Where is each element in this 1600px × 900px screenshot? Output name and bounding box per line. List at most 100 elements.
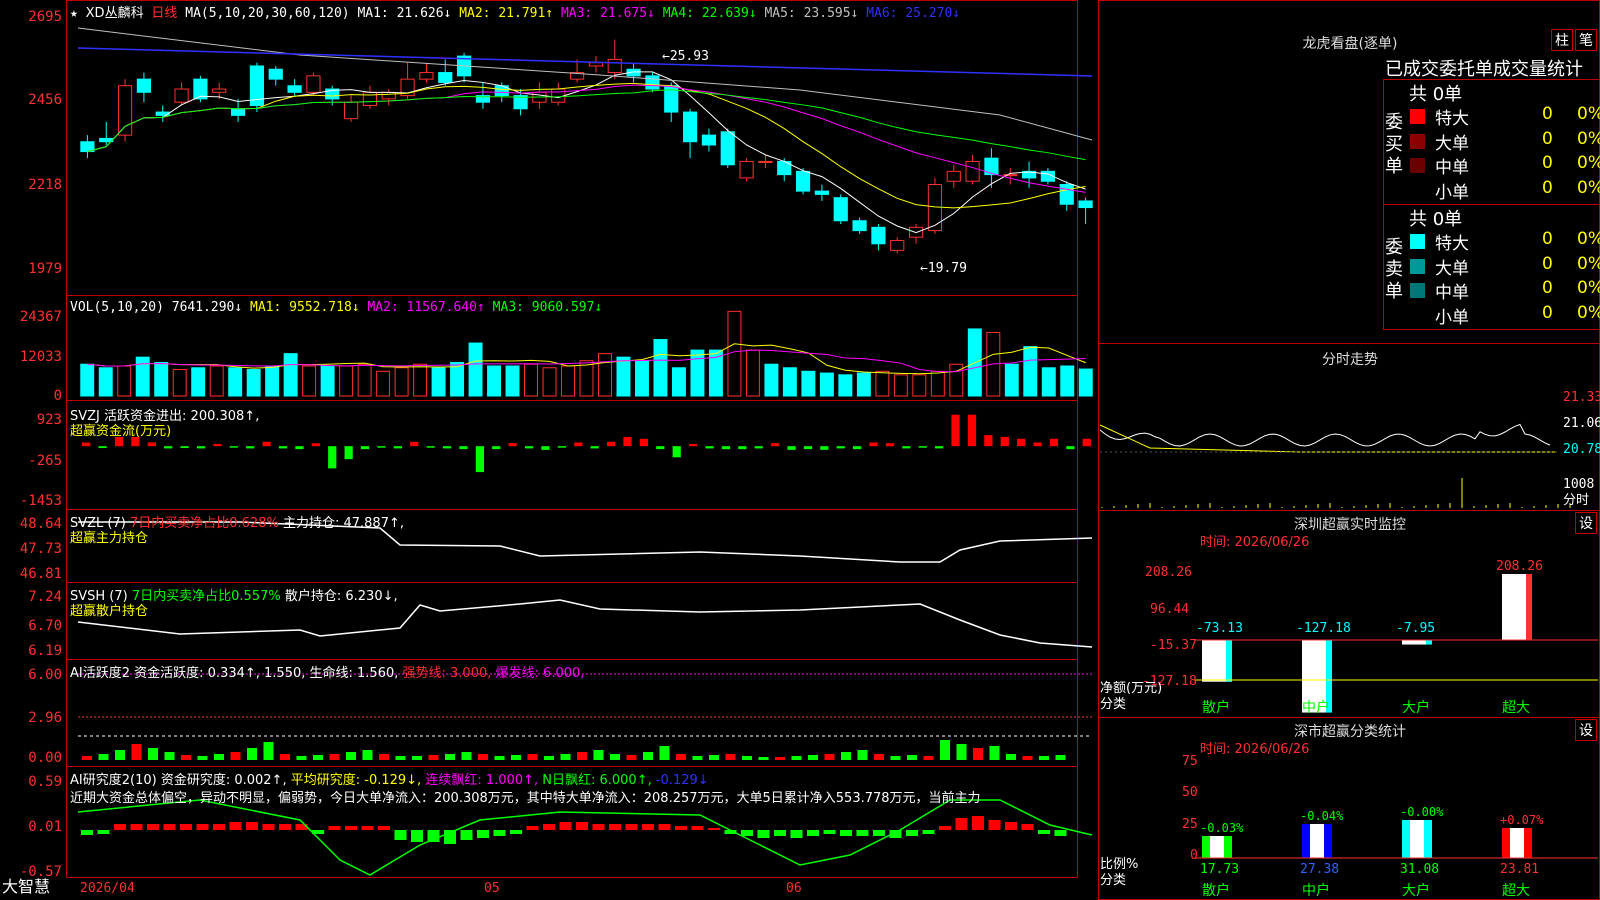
ai1-bar: [874, 754, 884, 760]
ma2-value: MA2: 21.791↑: [459, 6, 554, 21]
ai2-bar: [1021, 824, 1034, 830]
svzj-bar: [623, 436, 632, 447]
sz-y-0: 208.26: [1145, 565, 1192, 580]
volume-bar: [172, 369, 187, 397]
buy-row-swatch-0: [1410, 109, 1425, 124]
candle-body: [871, 226, 886, 245]
volume-bar: [505, 365, 520, 397]
ma-line-30: [87, 89, 1086, 161]
candle-body: [419, 72, 434, 80]
sell-row-name-0: 特大: [1435, 234, 1469, 254]
volume-bar: [357, 363, 372, 397]
svzj-bar: [295, 446, 304, 450]
x-date-3: 06: [786, 881, 802, 896]
ai2-bar: [1005, 822, 1017, 830]
ai1-bar: [593, 750, 604, 760]
ai1-bar: [577, 752, 587, 760]
ai2-bar: [774, 830, 786, 836]
svzj-bar: [426, 446, 435, 448]
ai2-bar: [823, 830, 836, 834]
volume-bar: [524, 363, 538, 397]
ai2-bar: [708, 828, 720, 830]
vol-value: 7641.290↓: [171, 300, 243, 315]
volume-bar: [394, 367, 409, 397]
buy-row-name-3: 小单: [1435, 182, 1469, 203]
high-marker: ←25.93: [662, 49, 709, 64]
ai2-bar: [229, 822, 242, 830]
ai2-bar: [411, 830, 423, 842]
svzj-bar: [771, 443, 780, 447]
sz-monitor-title: 深圳超赢实时监控: [1294, 517, 1406, 533]
svzj-bar: [1066, 446, 1075, 450]
bar-mode-button[interactable]: 柱: [1551, 29, 1573, 51]
ai1-bar: [1039, 756, 1049, 760]
ai2-bar: [609, 824, 621, 830]
sell-row-swatch-2: [1410, 283, 1425, 298]
candle-body: [739, 160, 754, 179]
ss-y-3: 0: [1190, 848, 1198, 863]
volume-bar: [893, 374, 908, 397]
buy-total: 共 0单: [1409, 84, 1463, 105]
sell-row-pct-3: 0%: [1577, 302, 1600, 323]
sz-ylabel-2: 分类: [1100, 697, 1127, 712]
svzj-bar: [393, 446, 402, 449]
favorite-star-icon[interactable]: ★: [70, 6, 78, 21]
ai2-bar: [97, 830, 110, 834]
ai1-bar: [362, 750, 373, 760]
sz-settings-button[interactable]: 设: [1575, 512, 1597, 534]
ai2-bar: [427, 830, 440, 842]
svzj-bar: [820, 446, 829, 450]
ai1-bar: [940, 740, 950, 760]
sell-row-count-1: 0: [1542, 253, 1553, 274]
ai2-bar: [576, 822, 588, 830]
svzj-bar: [524, 446, 534, 449]
volume-bar: [320, 365, 335, 397]
candle-body: [645, 75, 660, 90]
svzj-bar: [360, 446, 370, 450]
volume-bar: [246, 369, 261, 397]
ai2-bar: [345, 826, 357, 830]
low-marker-value: 19.79: [927, 261, 967, 276]
sell-row-pct-1: 0%: [1577, 253, 1600, 274]
svzj-bar: [869, 442, 878, 447]
candle-body: [833, 197, 848, 222]
ai2-bar: [246, 822, 258, 830]
stat-title: 已成交委托单成交量统计: [1385, 59, 1583, 80]
ai1-bar: [742, 756, 752, 760]
svzj-bar: [1000, 436, 1009, 447]
ss-y-1: 50: [1182, 785, 1198, 800]
volume-bar: [431, 367, 446, 397]
volume-bar: [616, 356, 631, 397]
ss-settings-button[interactable]: 设: [1575, 719, 1597, 741]
fs-y-0: 21.33: [1563, 390, 1600, 405]
ai1-bar: [131, 744, 142, 760]
svzj-bar: [853, 446, 862, 450]
buy-row-count-2: 0: [1542, 153, 1553, 173]
brand-label: 大智慧: [2, 877, 51, 896]
svzj-bar: [754, 446, 763, 449]
ai1-bar: [346, 752, 356, 760]
svzj-bar: [541, 446, 550, 450]
ai1-bar: [1022, 756, 1033, 760]
volume-bar: [671, 367, 686, 397]
volume-bar: [1041, 367, 1056, 397]
candle-body: [795, 170, 811, 192]
candle-body: [946, 170, 961, 182]
candle-body: [174, 88, 189, 103]
tick-mode-button[interactable]: 笔: [1575, 29, 1597, 51]
volume-bar: [154, 361, 169, 397]
volume-bar: [561, 365, 575, 397]
ai1-bar: [478, 754, 488, 760]
ma-line-120: [77, 47, 1093, 77]
ai2-bar: [163, 824, 176, 830]
period-label[interactable]: 日线: [151, 6, 177, 21]
volume-bar: [542, 367, 557, 397]
svzl-sub: 超赢主力持仓: [70, 531, 149, 546]
volume-bar: [801, 370, 816, 397]
volume-bar: [653, 339, 668, 397]
ai1-bar: [197, 756, 208, 760]
ai2-bar: [955, 818, 968, 830]
svzj-bar: [1049, 438, 1059, 447]
svzj-bar: [836, 446, 845, 449]
sell-total: 共 0单: [1409, 209, 1463, 230]
